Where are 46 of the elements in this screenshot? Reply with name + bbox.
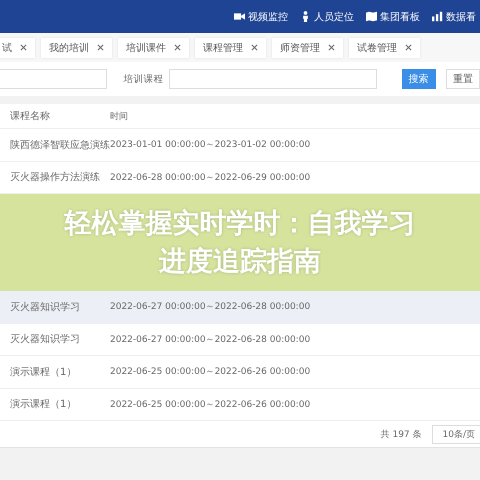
table-cell-text: 灭火器知识学习 bbox=[9, 332, 81, 346]
close-icon[interactable] bbox=[328, 44, 335, 51]
close-icon[interactable] bbox=[174, 44, 181, 51]
banner-title: 进度追踪指南 bbox=[159, 244, 321, 278]
column-header: 课程名称 bbox=[9, 110, 51, 123]
field-label: 培训课程 bbox=[123, 72, 164, 86]
page-tab[interactable]: 试卷管理 bbox=[349, 38, 420, 58]
total-count: 共 197 条 bbox=[380, 428, 422, 440]
table-cell-text: 2022-06-25 00:00:00～2022-06-26 00:00:00 bbox=[110, 366, 310, 378]
column-header: 时间 bbox=[110, 110, 128, 122]
page-tab[interactable]: 试 bbox=[0, 38, 35, 58]
input-field[interactable] bbox=[0, 69, 108, 89]
video-camera-icon bbox=[234, 11, 245, 22]
table-cell-text: 灭火器操作方法演练 bbox=[9, 170, 101, 184]
person-icon bbox=[300, 11, 311, 22]
close-icon[interactable] bbox=[405, 44, 412, 51]
close-icon[interactable] bbox=[20, 44, 27, 51]
page-tab[interactable]: 课程管理 bbox=[195, 38, 266, 58]
close-icon[interactable] bbox=[251, 44, 258, 51]
nav-link[interactable]: 数据看 bbox=[446, 10, 476, 24]
table-row[interactable]: 灭火器知识学习 2022-06-27 00:00:00～2022-06-28 00:00:00 bbox=[0, 324, 480, 356]
table-cell-text: 陕西德泽智联应急演练 bbox=[9, 138, 110, 152]
close-icon[interactable] bbox=[97, 44, 104, 51]
table-cell-text: 2022-06-27 00:00:00～2022-06-28 00:00:00 bbox=[110, 301, 310, 314]
table-cell-text: 灭火器知识学习 bbox=[9, 300, 81, 314]
nav-link[interactable]: 人员定位 bbox=[314, 10, 354, 24]
table-row[interactable]: 灭火器知识学习 2022-06-27 00:00:00～2022-06-28 00:00:00 bbox=[0, 291, 480, 324]
bar-chart-icon bbox=[432, 11, 443, 22]
table-cell-text: 2022-06-27 00:00:00～2022-06-28 00:00:00 bbox=[110, 334, 310, 346]
page-size-select[interactable]: 10条/页 bbox=[432, 424, 480, 444]
map-icon bbox=[366, 11, 377, 22]
table-row[interactable]: 灭火器操作方法演练 2022-06-28 00:00:00～2022-06-29 00:00:00 bbox=[0, 162, 480, 194]
reset-button[interactable]: 重置 bbox=[446, 69, 480, 89]
page-tab[interactable]: 培训课件 bbox=[118, 38, 189, 58]
input-field[interactable] bbox=[169, 69, 377, 89]
table-cell-text: 演示课程（1） bbox=[9, 398, 78, 412]
table-cell-text: 2023-01-01 00:00:00～2023-01-02 00:00:00 bbox=[110, 139, 310, 152]
page-tab[interactable]: 我的培训 bbox=[41, 38, 112, 58]
table-cell-text: 2022-06-28 00:00:00～2022-06-29 00:00:00 bbox=[110, 172, 310, 184]
table-row[interactable]: 演示课程（1） 2022-06-25 00:00:00～2022-06-26 00:00:00 bbox=[0, 388, 480, 421]
table-cell-text: 2022-06-25 00:00:00～2022-06-26 00:00:00 bbox=[110, 398, 310, 411]
banner-title: 轻松掌握实时学时：自我学习 bbox=[64, 206, 416, 240]
page-tab[interactable]: 师资管理 bbox=[272, 38, 343, 58]
nav-link[interactable]: 集团看板 bbox=[380, 10, 420, 24]
table-cell-text: 演示课程（1） bbox=[9, 366, 78, 379]
nav-link[interactable]: 视频监控 bbox=[248, 10, 288, 24]
